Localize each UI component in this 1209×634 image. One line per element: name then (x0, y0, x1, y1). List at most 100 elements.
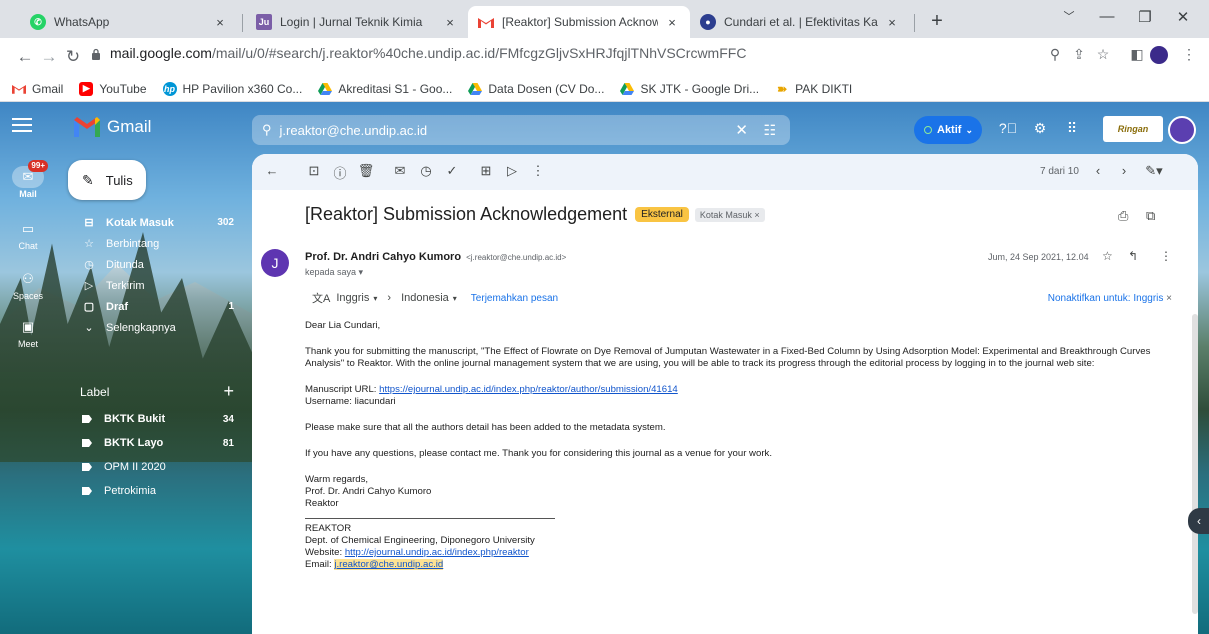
manuscript-line: Manuscript URL: https://ejournal.undip.a… (305, 384, 1190, 396)
nav-drafts[interactable]: ▢ Draf 1 (68, 296, 240, 317)
restore-icon[interactable]: ❐ (1130, 8, 1160, 26)
search-input[interactable]: j.reaktor@che.undip.ac.id (280, 123, 428, 138)
translate-message-link[interactable]: Terjemahkan pesan (471, 293, 558, 304)
new-tab-button[interactable]: + (924, 9, 950, 35)
browser-menu-icon[interactable]: ⋮ (1178, 46, 1200, 68)
rail-spaces[interactable]: ⚇ Spaces (6, 268, 50, 301)
gmail-logo[interactable]: Gmail (74, 117, 151, 137)
help-icon[interactable]: ?⃝ (998, 120, 1018, 140)
nav-snoozed[interactable]: ◷ Ditunda (68, 254, 240, 275)
url-field[interactable]: mail.google.com/mail/u/0/#search/j.reakt… (110, 45, 746, 61)
compose-button[interactable]: ✎ Tulis (68, 160, 146, 200)
sender-avatar[interactable]: J (261, 249, 289, 277)
close-tab-icon[interactable]: × (212, 15, 228, 30)
input-tools-icon[interactable]: ✎▾ (1144, 163, 1164, 181)
close-tab-icon[interactable]: × (664, 15, 680, 30)
tab-cundari-article[interactable]: ● Cundari et al. | Efektivitas Karbon × (690, 6, 910, 38)
bookmark-gmail[interactable]: Gmail (12, 82, 63, 96)
archive-icon[interactable]: ⊡ (304, 163, 324, 181)
search-icon[interactable]: ⚲ (262, 122, 272, 138)
recipient-toggle[interactable]: kepada saya ▾ (305, 267, 363, 278)
label-bktk-layo[interactable]: BKTK Layo 81 (68, 431, 240, 455)
close-tab-icon[interactable]: × (442, 15, 458, 30)
search-filter-icon[interactable]: ☷ (763, 122, 776, 139)
more-options-icon[interactable]: ⋮ (528, 163, 548, 181)
close-tab-icon[interactable]: × (884, 15, 900, 30)
sender-name[interactable]: Prof. Dr. Andri Cahyo Kumoro (305, 251, 461, 263)
gear-icon[interactable]: ⚙ (1030, 120, 1050, 140)
tab-whatsapp[interactable]: ✆ WhatsApp × (20, 6, 238, 38)
mail-search-bar[interactable]: ⚲ j.reaktor@che.undip.ac.id ✕ ☷ (252, 115, 790, 145)
rail-chat[interactable]: ▭ Chat (6, 218, 50, 251)
status-button[interactable]: Aktif ⌄ (914, 116, 982, 144)
nav-starred[interactable]: ☆ Berbintang (68, 233, 240, 254)
url-path: /mail/u/0/#search/j.reaktor%40che.undip.… (211, 45, 747, 61)
website-link[interactable]: http://ejournal.undip.ac.id/index.php/re… (345, 547, 529, 558)
manuscript-link[interactable]: https://ejournal.undip.ac.id/index.php/r… (379, 384, 678, 395)
bookmark-label: YouTube (99, 81, 147, 96)
translate-to-select[interactable]: Indonesia (401, 292, 449, 304)
side-panel-icon[interactable]: ◧ (1126, 46, 1148, 68)
message-scrollbar[interactable] (1192, 314, 1198, 614)
bookmark-akreditasi[interactable]: Akreditasi S1 - Goo... (318, 82, 452, 96)
star-icon[interactable]: ☆ (1102, 249, 1113, 263)
translate-from-select[interactable]: Inggris (336, 292, 369, 304)
move-to-icon[interactable]: ⊞ (476, 163, 496, 181)
rail-mail[interactable]: ✉ 99+ Mail (6, 160, 50, 199)
mark-unread-icon[interactable]: ✉ (390, 163, 410, 181)
bookmark-star-icon[interactable]: ☆ (1092, 46, 1114, 68)
unread-badge: 99+ (28, 160, 48, 172)
add-label-icon[interactable]: + (223, 381, 234, 402)
bookmark-hp[interactable]: hp HP Pavilion x360 Co... (162, 81, 302, 96)
label-petrokimia[interactable]: Petrokimia (68, 479, 240, 503)
zoom-icon[interactable]: ⚲ (1044, 46, 1066, 68)
back-icon[interactable]: ← (14, 46, 36, 68)
label-bktk-bukit[interactable]: BKTK Bukit 34 (68, 407, 240, 431)
tab-jurnal-login[interactable]: Ju Login | Jurnal Teknik Kimia × (246, 6, 468, 38)
bookmark-sk-jtk[interactable]: SK JTK - Google Dri... (620, 82, 759, 96)
nav-more[interactable]: ⌄ Selengkapnya (68, 317, 240, 338)
email-link[interactable]: j.reaktor@che.undip.ac.id (334, 559, 444, 570)
add-task-icon[interactable]: ✓ (442, 163, 462, 181)
bookmark-pak-dikti[interactable]: ➽ PAK DIKTI (775, 82, 852, 96)
inbox-label-chip[interactable]: Kotak Masuk × (694, 207, 765, 222)
delete-icon[interactable]: 🗑 (356, 163, 376, 181)
url-host: mail.google.com (110, 45, 212, 61)
reply-icon[interactable]: ↰ (1128, 249, 1138, 263)
minimize-icon[interactable]: — (1092, 8, 1122, 25)
label-opm[interactable]: OPM II 2020 (68, 455, 240, 479)
bookmark-youtube[interactable]: ▶ YouTube (79, 81, 147, 96)
share-icon[interactable]: ⇪ (1068, 46, 1090, 68)
tab-reaktor-gmail[interactable]: [Reaktor] Submission Acknowled × (468, 6, 690, 38)
profile-icon[interactable] (1148, 46, 1170, 68)
newer-icon[interactable]: ‹ (1088, 163, 1108, 181)
nav-inbox[interactable]: ⊟ Kotak Masuk 302 (68, 212, 240, 233)
external-chip: Eksternal (635, 207, 689, 222)
close-window-icon[interactable]: ✕ (1168, 8, 1198, 26)
snooze-icon[interactable]: ◷ (416, 163, 436, 181)
gmail-m-icon (74, 117, 100, 137)
account-avatar[interactable] (1168, 116, 1196, 144)
open-new-window-icon[interactable]: ⧉ (1146, 208, 1155, 224)
tab-search-icon[interactable]: ﹀ (1054, 8, 1084, 24)
label-name: OPM II 2020 (104, 461, 166, 473)
back-to-list-icon[interactable]: ← (262, 163, 282, 181)
main-menu-icon[interactable] (12, 118, 32, 134)
disable-translate-link[interactable]: Nonaktifkan untuk: Inggris × (1048, 293, 1172, 304)
gmail-wordmark: Gmail (107, 117, 152, 136)
reload-icon[interactable]: ↻ (62, 46, 84, 68)
rail-meet[interactable]: ▣ Meet (6, 316, 50, 349)
apps-grid-icon[interactable]: ⠿ (1062, 120, 1082, 140)
forward-icon[interactable]: → (38, 46, 60, 68)
report-spam-icon[interactable]: ⓘ (330, 163, 350, 181)
more-options-icon[interactable]: ⋮ (1160, 249, 1172, 263)
label-icon[interactable]: ▷ (502, 163, 522, 181)
bookmark-data-dosen[interactable]: Data Dosen (CV Do... (468, 82, 604, 96)
older-icon[interactable]: › (1114, 163, 1134, 181)
nav-sent[interactable]: ▷ Terkirim (68, 275, 240, 296)
clear-search-icon[interactable]: ✕ (735, 121, 748, 139)
show-side-panel-icon[interactable]: ‹ (1188, 508, 1209, 534)
mail-icon: ✉ 99+ (12, 160, 48, 188)
print-icon[interactable]: ⎙ (1118, 208, 1128, 224)
close-icon[interactable]: × (1166, 293, 1172, 304)
